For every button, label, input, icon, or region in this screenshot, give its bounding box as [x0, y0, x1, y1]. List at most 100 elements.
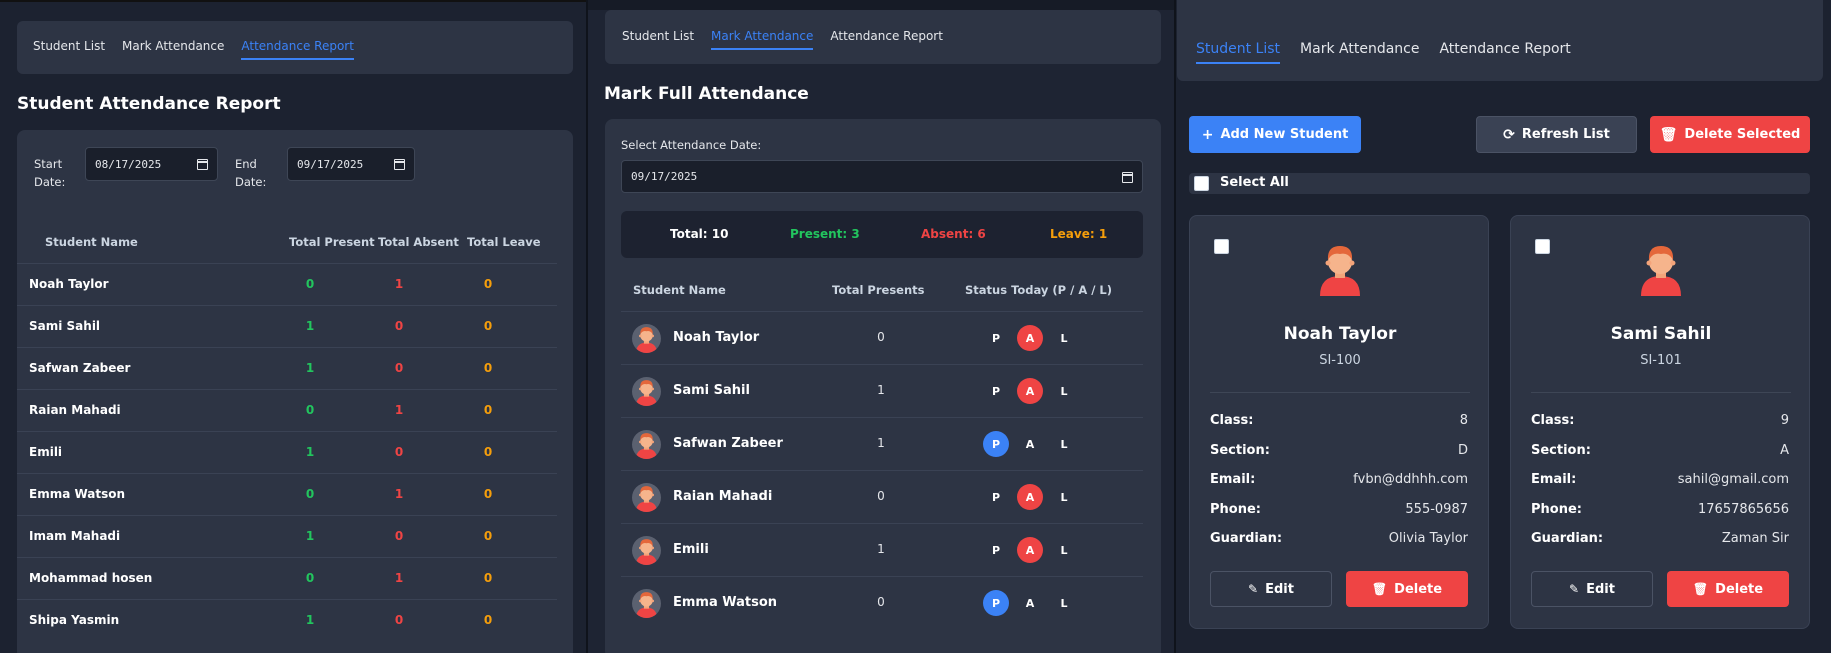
phone-label: Phone: [1531, 501, 1582, 517]
status-a-button[interactable]: A [1017, 484, 1043, 510]
tab-student-list[interactable]: Student List [1196, 41, 1281, 64]
refresh-list-button[interactable]: ⟳ Refresh List [1476, 116, 1637, 153]
trash-icon: 🗑 [1371, 582, 1388, 596]
tab-attendance-report[interactable]: Attendance Report [830, 29, 943, 48]
student-tabbar: Student List Mark Attendance Attendance … [1177, 0, 1823, 81]
report-header-name: Student Name [45, 235, 138, 249]
start-date-value: 08/17/2025 [95, 157, 162, 171]
attendance-date-value: 09/17/2025 [631, 170, 698, 183]
status-a-button[interactable]: A [1017, 590, 1043, 616]
add-student-button[interactable]: + Add New Student [1189, 116, 1361, 153]
total-presents: 1 [877, 383, 885, 397]
edit-label: Edit [1586, 581, 1615, 597]
student-name: Imam Mahadi [29, 529, 121, 543]
guardian-label: Guardian: [1210, 531, 1283, 546]
delete-button[interactable]: 🗑 Delete [1667, 571, 1789, 607]
table-row: Emili 1 0 0 [17, 431, 557, 473]
present-count: 1 [305, 529, 315, 543]
select-all-label: Select All [1220, 175, 1289, 190]
calendar-icon[interactable] [1122, 172, 1133, 183]
section-value: D [1457, 442, 1468, 458]
tab-student-list[interactable]: Student List [622, 29, 694, 48]
tab-student-list[interactable]: Student List [33, 39, 105, 58]
status-l-button[interactable]: L [1051, 378, 1077, 404]
end-date-input[interactable]: 09/17/2025 [287, 147, 415, 181]
guardian-label: Guardian: [1531, 531, 1604, 546]
delete-label: Delete [1394, 581, 1443, 597]
class-label: Class: [1210, 413, 1254, 428]
mark-header-total: Total Presents [832, 283, 925, 297]
status-l-button[interactable]: L [1051, 590, 1077, 616]
edit-icon: ✎ [1569, 582, 1580, 596]
status-a-button[interactable]: A [1017, 325, 1043, 351]
tab-attendance-report[interactable]: Attendance Report [1439, 41, 1570, 62]
attendance-date-label: Select Attendance Date: [621, 138, 762, 152]
start-date-input[interactable]: 08/17/2025 [85, 147, 218, 181]
table-row: Mohammad hosen 0 1 0 [17, 557, 557, 599]
delete-selected-label: Delete Selected [1684, 127, 1801, 142]
status-l-button[interactable]: L [1051, 537, 1077, 563]
status-p-button[interactable]: P [983, 537, 1009, 563]
status-p-button[interactable]: P [983, 378, 1009, 404]
status-p-button[interactable]: P [983, 590, 1009, 616]
guardian-value: Zaman Sir [1721, 531, 1789, 546]
student-name: Emili [29, 445, 63, 459]
status-p-button[interactable]: P [983, 325, 1009, 351]
leave-count: 0 [483, 445, 493, 459]
calendar-icon[interactable] [394, 159, 405, 170]
absent-count: 0 [394, 613, 404, 627]
attendance-date-input[interactable]: 09/17/2025 [621, 160, 1143, 193]
table-row: Noah Taylor 0 P A L [621, 311, 1143, 364]
absent-count: 0 [394, 445, 404, 459]
student-name: Emili [673, 542, 709, 557]
page-title: Mark Full Attendance [604, 84, 809, 104]
delete-selected-button[interactable]: 🗑 Delete Selected [1650, 116, 1810, 153]
student-card: Sami Sahil SI-101 Class: 9 Section: A Email: sa… [1510, 215, 1810, 629]
table-row: Safwan Zabeer 1 P A L [621, 417, 1143, 470]
tab-mark-attendance[interactable]: Mark Attendance [711, 29, 814, 50]
student-select-checkbox[interactable] [1214, 239, 1229, 254]
student-select-checkbox[interactable] [1535, 239, 1550, 254]
calendar-icon[interactable] [197, 159, 208, 170]
status-l-button[interactable]: L [1051, 484, 1077, 510]
end-date-value: 09/17/2025 [297, 157, 364, 171]
leave-count: 0 [483, 277, 493, 291]
table-row: Sami Sahil 1 0 0 [17, 305, 557, 347]
tab-mark-attendance[interactable]: Mark Attendance [122, 39, 224, 58]
student-name: Emma Watson [29, 487, 126, 501]
present-count: 1 [305, 445, 315, 459]
student-name: Emma Watson [673, 595, 778, 610]
present-count: 1 [305, 361, 315, 375]
status-p-button[interactable]: P [983, 431, 1009, 457]
mark-tabbar: Student List Mark Attendance Attendance … [605, 10, 1161, 64]
absent-count: 1 [394, 403, 404, 417]
status-a-button[interactable]: A [1017, 378, 1043, 404]
student-avatar [632, 483, 661, 512]
present-count: 0 [305, 403, 315, 417]
status-l-button[interactable]: L [1051, 325, 1077, 351]
student-name: Sami Sahil [29, 319, 101, 333]
page-title: Student Attendance Report [17, 94, 281, 114]
status-l-button[interactable]: L [1051, 431, 1077, 457]
status-p-button[interactable]: P [983, 484, 1009, 510]
table-row: Shipa Yasmin 1 0 0 [17, 599, 557, 641]
add-student-label: Add New Student [1220, 127, 1349, 142]
delete-button[interactable]: 🗑 Delete [1346, 571, 1468, 607]
tab-attendance-report[interactable]: Attendance Report [241, 39, 354, 60]
table-row: Sami Sahil 1 P A L [621, 364, 1143, 417]
leave-count: 0 [483, 403, 493, 417]
absent-count: 0 [394, 319, 404, 333]
edit-button[interactable]: ✎ Edit [1531, 571, 1653, 607]
edit-button[interactable]: ✎ Edit [1210, 571, 1332, 607]
status-a-button[interactable]: A [1017, 537, 1043, 563]
table-row: Safwan Zabeer 1 0 0 [17, 347, 557, 389]
table-row: Emma Watson 0 P A L [621, 576, 1143, 629]
tab-mark-attendance[interactable]: Mark Attendance [1300, 41, 1419, 62]
edit-icon: ✎ [1248, 582, 1259, 596]
select-all-checkbox[interactable] [1194, 176, 1209, 191]
student-name: Sami Sahil [1610, 324, 1712, 344]
table-row: Raian Mahadi 0 1 0 [17, 389, 557, 431]
status-a-button[interactable]: A [1017, 431, 1043, 457]
section-value: A [1780, 442, 1789, 458]
student-card: Noah Taylor SI-100 Class: 8 Section: D Email: f… [1189, 215, 1489, 629]
